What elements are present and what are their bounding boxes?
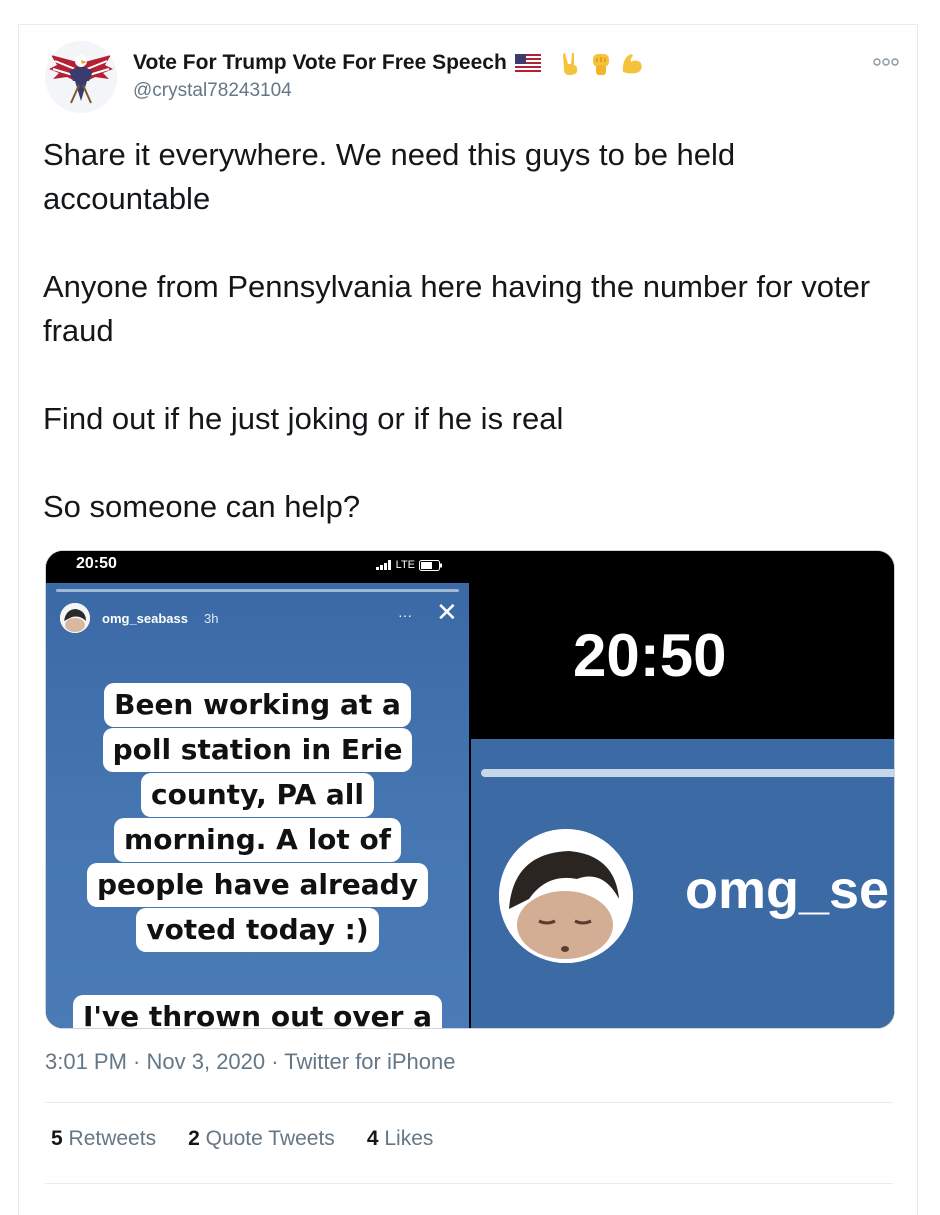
- zoom-progress-bar: [481, 769, 894, 777]
- phone-status-bar: 20:50 LTE: [46, 551, 469, 583]
- signal-icon: [375, 560, 391, 570]
- retweets-count: 5: [51, 1127, 63, 1150]
- likes-label: Likes: [384, 1127, 434, 1150]
- media-image-zoomed[interactable]: 20:50 omg_se: [471, 551, 894, 1028]
- story-caption-line: voted today :): [46, 908, 469, 952]
- network-type: LTE: [395, 559, 415, 571]
- meta-separator: ·: [126, 1049, 147, 1074]
- person-face-icon: [499, 829, 633, 963]
- tweet-card: Vote For Trump Vote For Free Speech @cry…: [18, 24, 918, 1215]
- media-image-story-screenshot[interactable]: 20:50 LTE omg_seabass 3h ··· ✕ Been work…: [46, 551, 469, 1028]
- likes-count: 4: [366, 1127, 379, 1150]
- name-emojis: [514, 50, 645, 76]
- tweet-stats: 5 Retweets 2 Quote Tweets 4 Likes: [51, 1127, 433, 1151]
- tweet-paragraph: So someone can help?: [43, 489, 361, 524]
- media-grid: 20:50 LTE omg_seabass 3h ··· ✕ Been work…: [45, 550, 895, 1029]
- tweet-text: Share it everywhere. We need this guys t…: [43, 133, 893, 529]
- us-flag-icon: [514, 54, 541, 72]
- person-face-icon: [60, 603, 90, 633]
- tweet-paragraph: Share it everywhere. We need this guys t…: [43, 137, 736, 216]
- status-time: 20:50: [76, 555, 117, 572]
- likes-stat[interactable]: 4 Likes: [367, 1127, 434, 1151]
- divider: [45, 1183, 893, 1184]
- author-display-name[interactable]: Vote For Trump Vote For Free Speech: [133, 51, 507, 75]
- author-handle[interactable]: @crystal78243104: [133, 80, 292, 102]
- retweets-label: Retweets: [68, 1127, 157, 1150]
- story-close-icon: ✕: [436, 597, 458, 627]
- quote-tweets-stat[interactable]: 2 Quote Tweets: [188, 1127, 335, 1151]
- story-more-icon: ···: [398, 607, 412, 623]
- quote-tweets-count: 2: [188, 1127, 200, 1150]
- zoom-avatar: [499, 829, 633, 963]
- quote-tweets-label: Quote Tweets: [205, 1127, 335, 1150]
- tweet-meta: 3:01 PM · Nov 3, 2020 · Twitter for iPho…: [45, 1049, 455, 1075]
- story-username: omg_seabass: [102, 611, 188, 626]
- more-options-icon[interactable]: [873, 55, 899, 70]
- status-indicators: LTE: [375, 559, 443, 571]
- story-caption-line: county, PA all: [46, 773, 469, 817]
- story-caption-line: people have already: [46, 863, 469, 907]
- story-caption-line: morning. A lot of: [46, 818, 469, 862]
- raised-fist-icon: [592, 54, 609, 75]
- zoom-status-area: 20:50: [471, 551, 894, 739]
- story-age: 3h: [204, 611, 219, 626]
- story-progress-bar: [56, 589, 459, 592]
- author-name-row: Vote For Trump Vote For Free Speech: [133, 49, 645, 77]
- story-caption-line: Been working at a: [46, 683, 469, 727]
- retweets-stat[interactable]: 5 Retweets: [51, 1127, 156, 1151]
- story-caption-line-cut: I've thrown out over a: [46, 995, 469, 1028]
- tweet-timestamp-link[interactable]: 3:01 PM: [45, 1049, 127, 1074]
- zoom-username: omg_se: [685, 860, 890, 920]
- zoom-status-time: 20:50: [573, 622, 727, 689]
- tweet-date-link[interactable]: Nov 3, 2020: [147, 1049, 266, 1074]
- tweet-paragraph: Find out if he just joking or if he is r…: [43, 401, 564, 436]
- battery-icon: [419, 559, 442, 571]
- meta-separator: ·: [265, 1049, 285, 1074]
- eagle-flag-avatar-icon: [45, 41, 117, 113]
- divider: [45, 1102, 893, 1103]
- victory-hand-icon: [562, 53, 577, 75]
- flexed-biceps-icon: [622, 54, 642, 74]
- story-avatar: [60, 603, 90, 633]
- author-avatar[interactable]: [45, 41, 117, 113]
- tweet-paragraph: Anyone from Pennsylvania here having the…: [43, 269, 871, 348]
- story-caption-line: poll station in Erie: [46, 728, 469, 772]
- tweet-source-link[interactable]: Twitter for iPhone: [284, 1049, 455, 1074]
